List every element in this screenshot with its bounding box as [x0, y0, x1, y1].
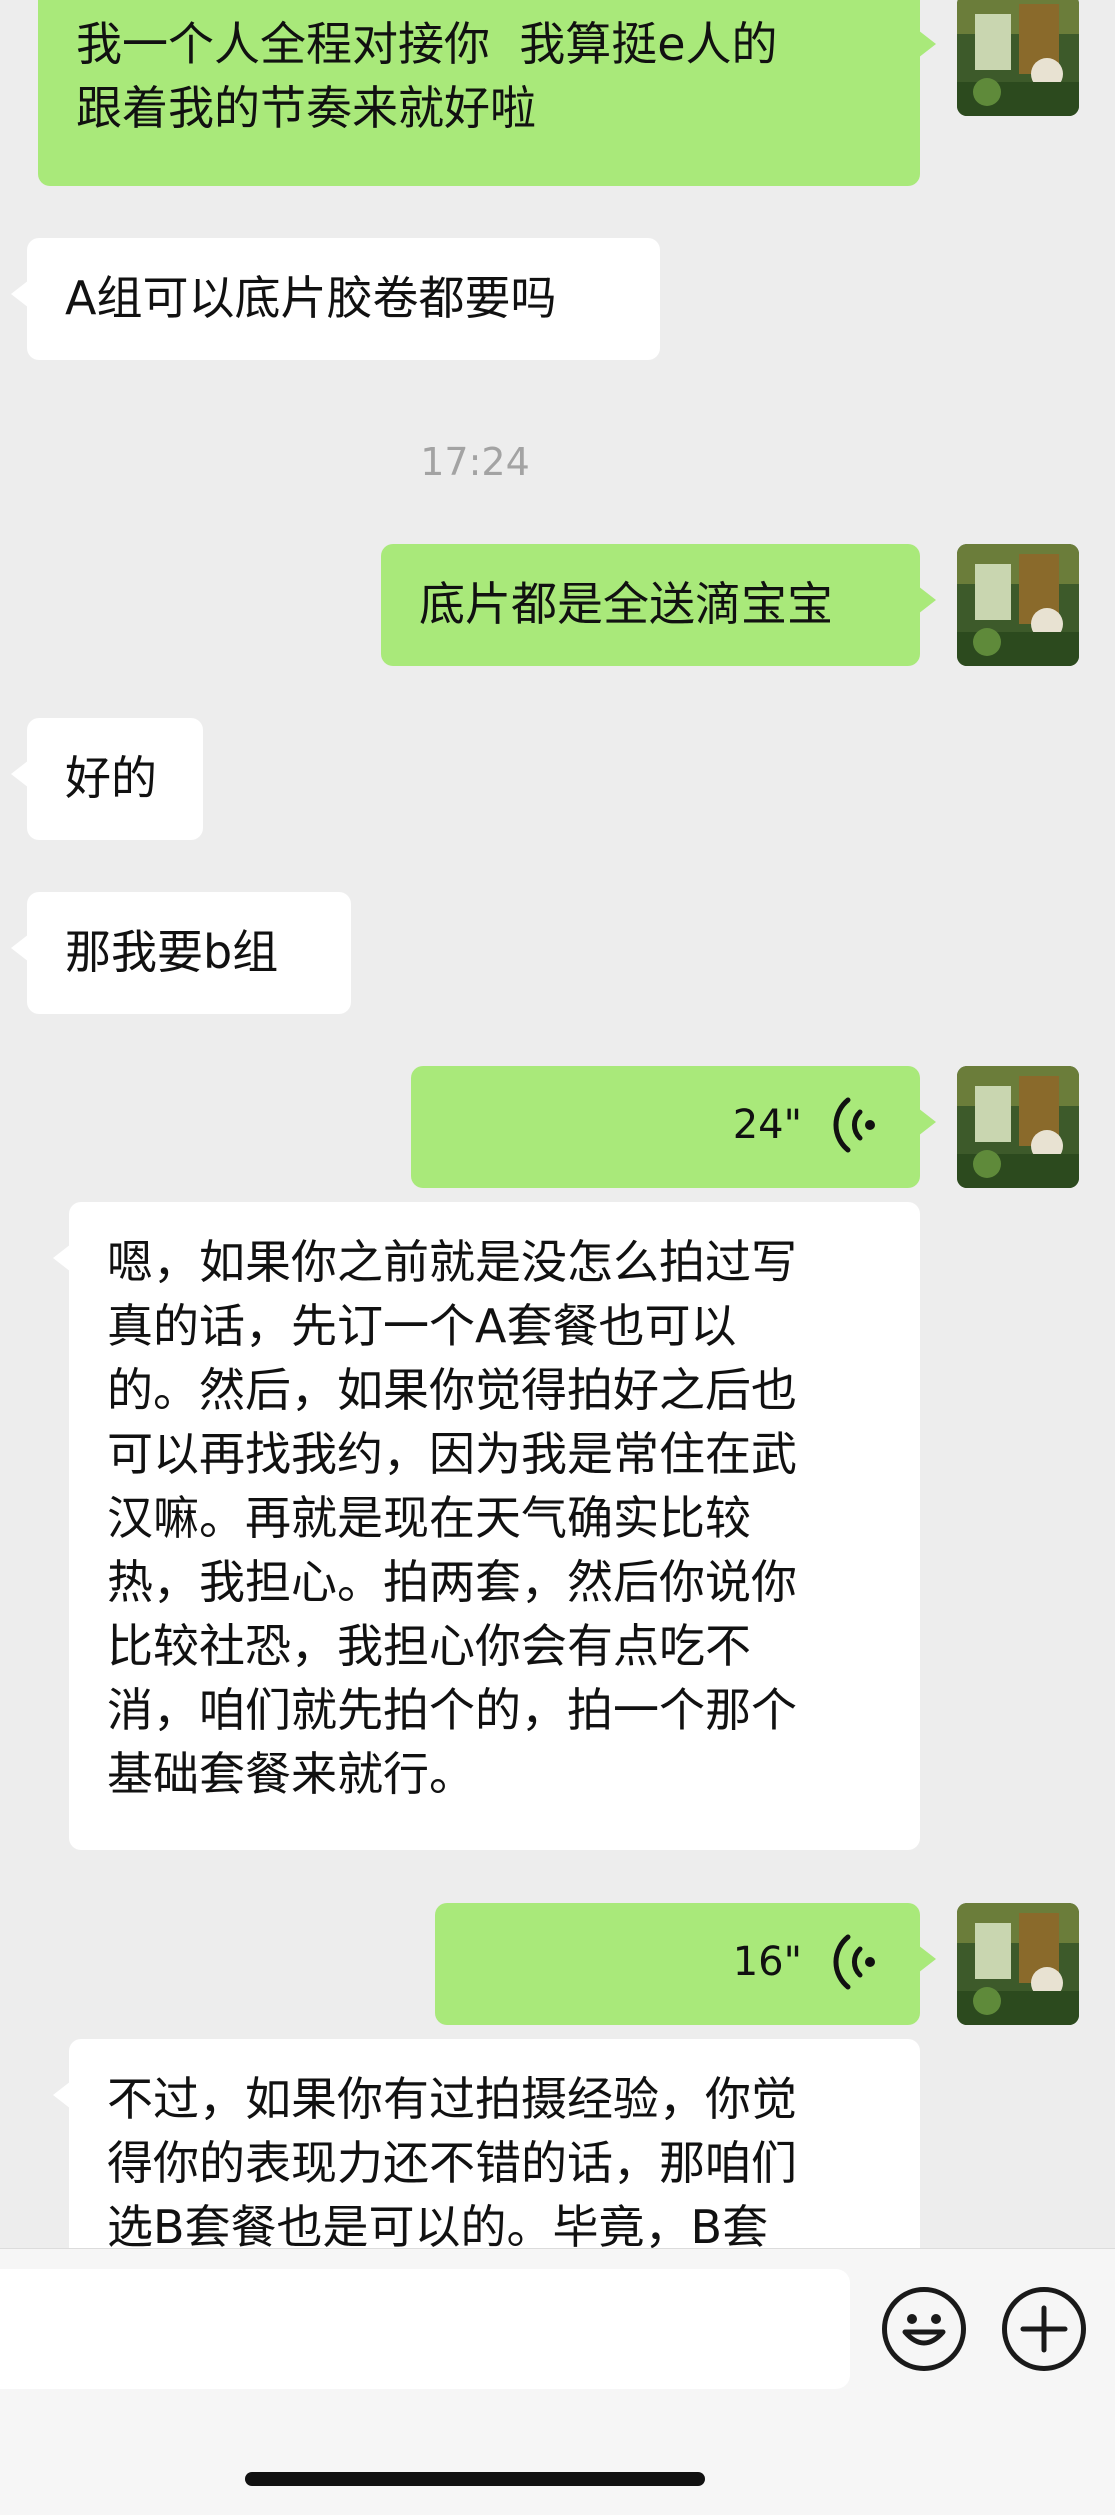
my-avatar[interactable]: [957, 1066, 1079, 1188]
outgoing-message-bubble[interactable]: 底片都是全送滴宝宝: [381, 544, 936, 666]
message-text: 底片都是全送滴宝宝: [419, 577, 833, 631]
outgoing-voice-message[interactable]: 16": [435, 1903, 936, 2025]
voice-duration: 24": [732, 1102, 802, 1148]
message-text: 那我要b组: [65, 925, 279, 979]
smiley-face-icon: [902, 2314, 946, 2346]
my-avatar[interactable]: [957, 0, 1079, 116]
incoming-message-bubble[interactable]: A组可以底片胶卷都要吗: [11, 238, 660, 360]
message-text: 我一个人全程对接你 我算挺e人的 跟着我的节奏来就好啦: [76, 17, 778, 135]
chat-message-list[interactable]: 我一个人全程对接你 我算挺e人的 跟着我的节奏来就好啦 A组可以底片胶卷都要吗 …: [0, 0, 1115, 2248]
my-avatar[interactable]: [957, 1903, 1079, 2025]
emoji-button[interactable]: [882, 2287, 966, 2371]
plus-button[interactable]: [1002, 2287, 1086, 2371]
message-text: 嗯，如果你之前就是没怎么拍过写 真的话，先订一个A套餐也可以 的。然后，如果你觉…: [107, 1235, 797, 1801]
voice-wave-icon: [833, 1934, 875, 1990]
plus-circle-icon: [1020, 2305, 1068, 2353]
message-text: 好的: [65, 751, 157, 805]
message-text: 不过，如果你有过拍摄经验，你觉 得你的表现力还不错的话，那咱们 选B套餐也是可以…: [107, 2072, 797, 2248]
voice-transcription-text[interactable]: 嗯，如果你之前就是没怎么拍过写 真的话，先订一个A套餐也可以 的。然后，如果你觉…: [53, 1202, 920, 1850]
outgoing-message-bubble[interactable]: 我一个人全程对接你 我算挺e人的 跟着我的节奏来就好啦: [38, 0, 936, 186]
voice-transcription-text[interactable]: 不过，如果你有过拍摄经验，你觉 得你的表现力还不错的话，那咱们 选B套餐也是可以…: [53, 2039, 920, 2248]
incoming-message-bubble[interactable]: 那我要b组: [11, 892, 351, 1014]
voice-wave-icon: [833, 1097, 875, 1153]
message-text: A组可以底片胶卷都要吗: [65, 271, 557, 325]
message-input[interactable]: [0, 2269, 850, 2389]
outgoing-voice-message[interactable]: 24": [411, 1066, 936, 1188]
message-timestamp: 17:24: [420, 440, 530, 484]
my-avatar[interactable]: [957, 544, 1079, 666]
incoming-message-bubble[interactable]: 好的: [11, 718, 203, 840]
home-indicator: [245, 2472, 705, 2486]
voice-duration: 16": [732, 1939, 802, 1985]
